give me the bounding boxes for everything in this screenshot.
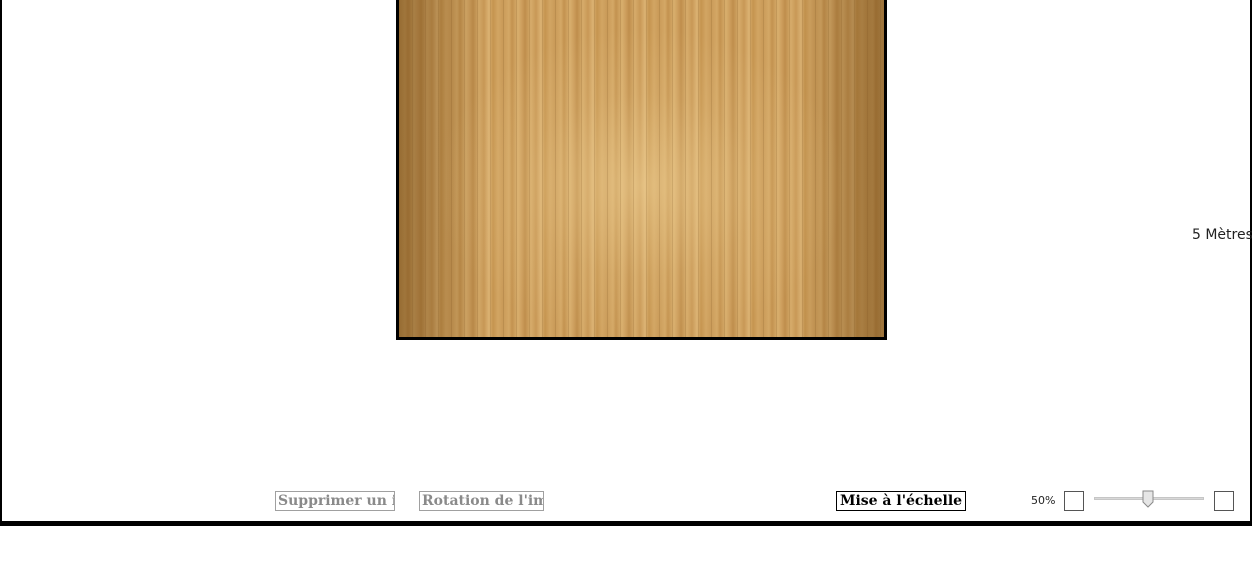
zoom-percent-label: 50% xyxy=(1031,494,1056,507)
zoom-in-button[interactable] xyxy=(1214,491,1234,511)
zoom-out-button[interactable] xyxy=(1064,491,1084,511)
wood-texture xyxy=(399,0,884,337)
floor-plan-canvas[interactable] xyxy=(396,0,887,340)
delete-item-button[interactable]: Supprimer un item xyxy=(275,491,395,511)
scale-button[interactable]: Mise à l'échelle xyxy=(836,491,966,511)
rotate-image-button[interactable]: Rotation de l'image xyxy=(419,491,544,511)
zoom-slider-thumb[interactable] xyxy=(1142,490,1154,508)
scale-label: 5 Mètres xyxy=(1192,227,1252,243)
app-window: 5 Mètres Supprimer un item Rotation de l… xyxy=(0,0,1252,526)
